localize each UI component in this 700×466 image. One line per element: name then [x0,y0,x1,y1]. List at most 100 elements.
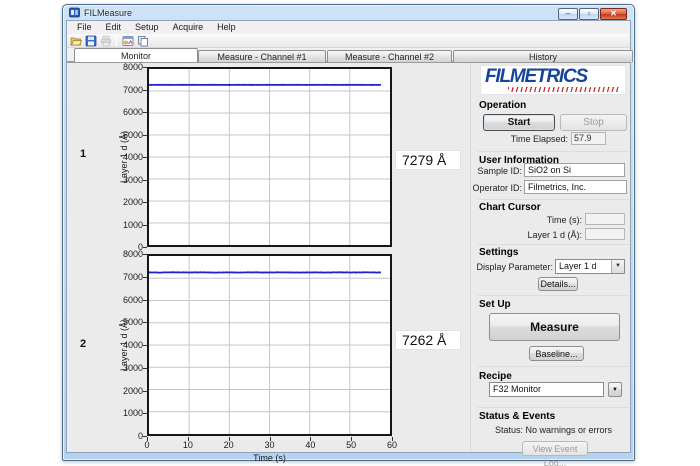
time-elapsed-label: Time Elapsed: [482,134,568,144]
recipe-select[interactable]: F32 Monitor [489,382,604,397]
x-tick-mark [310,437,311,441]
section-separator [478,151,629,152]
y-tick-label: 8000 [111,249,143,259]
operation-heading: Operation [479,100,526,111]
y-axis-title: Layer 1 d (Å) [119,97,131,217]
logo-hatch-marks [508,87,620,92]
export-chart-icon[interactable] [121,34,134,47]
desktop-background: FILMeasure – ▫ ✕ File Edit Setup Acquire… [0,0,700,466]
display-parameter-value: Layer 1 d [556,260,611,273]
monitor-tab-content: 1 2 7279 Å 7262 Å 0100020003000400050006… [67,62,630,452]
tab-measure-channel-1[interactable]: Measure - Channel #1 [198,50,326,62]
y-tick-mark [143,135,147,136]
section-separator [478,295,629,296]
y-tick-mark [143,413,147,414]
filmetrics-logo: FILMETRICS [480,65,626,95]
set-up-heading: Set Up [479,299,511,310]
operator-id-field[interactable] [524,180,627,194]
x-tick-label: 30 [258,440,282,450]
title-bar[interactable]: FILMeasure – ▫ ✕ [63,5,634,20]
menu-setup[interactable]: Setup [128,21,166,34]
section-separator [478,244,629,245]
y-tick-mark [143,157,147,158]
open-file-icon[interactable] [69,34,82,47]
baseline-button[interactable]: Baseline... [529,346,584,361]
x-tick-mark [392,437,393,441]
stop-button: Stop [560,114,627,131]
start-button[interactable]: Start [483,114,555,131]
y-tick-mark [143,322,147,323]
sample-id-label: Sample ID: [472,166,522,176]
chevron-down-icon[interactable]: ▼ [611,260,624,273]
display-parameter-select[interactable]: Layer 1 d ▼ [555,259,625,274]
menu-help[interactable]: Help [210,21,243,34]
close-icon: ✕ [610,9,617,18]
settings-heading: Settings [479,247,518,258]
x-tick-label: 40 [298,440,322,450]
toolbar-separator [116,35,117,46]
menu-file[interactable]: File [70,21,99,34]
section-separator [478,366,629,367]
y-tick-mark [143,300,147,301]
y-tick-mark [143,345,147,346]
x-tick-label: 10 [176,440,200,450]
client-area: File Edit Setup Acquire Help [66,20,631,453]
channel-2-thickness-readout: 7262 Å [395,330,461,350]
y-tick-mark [143,391,147,392]
maximize-button[interactable]: ▫ [579,8,599,20]
y-tick-label: 1000 [111,220,143,230]
save-icon[interactable] [84,34,97,47]
status-events-heading: Status & Events [479,411,555,422]
recipe-heading: Recipe [479,371,512,382]
data-line-channel-2 [149,272,381,273]
y-tick-mark [143,247,147,248]
y-tick-label: 7000 [111,85,143,95]
display-parameter-label: Display Parameter: [475,262,553,272]
y-tick-mark [143,90,147,91]
x-tick-mark [270,437,271,441]
details-button[interactable]: Details... [538,277,578,291]
y-tick-mark [143,202,147,203]
app-window: FILMeasure – ▫ ✕ File Edit Setup Acquire… [62,4,635,461]
time-elapsed-value: 57.9 [571,132,606,145]
y-tick-label: 1000 [111,408,143,418]
measure-button[interactable]: Measure [489,313,620,341]
y-axis-title: Layer 1 d (Å) [119,285,131,405]
x-tick-label: 0 [135,440,159,450]
tab-history[interactable]: History [453,50,633,62]
logo-text: FILMETRICS [481,66,625,87]
channel-1-thickness-readout: 7279 Å [395,150,461,170]
y-tick-mark [143,112,147,113]
tab-measure-channel-2[interactable]: Measure - Channel #2 [327,50,452,62]
channel-2-label: 2 [73,338,93,350]
sample-id-field[interactable] [524,163,625,177]
y-tick-mark [143,180,147,181]
operator-id-label: Operator ID: [472,183,522,193]
copy-icon[interactable] [136,34,149,47]
y-tick-mark [143,277,147,278]
close-button[interactable]: ✕ [600,8,627,20]
tab-monitor[interactable]: Monitor [74,48,198,62]
app-icon [69,7,80,18]
cursor-layer-value [585,228,625,240]
x-tick-label: 60 [380,440,404,450]
minimize-button[interactable]: – [558,8,578,20]
panel-divider [470,63,471,452]
x-tick-mark [188,437,189,441]
x-tick-label: 20 [217,440,241,450]
control-panel: FILMETRICS Operation Start Stop Time Ela… [472,63,635,452]
menu-acquire[interactable]: Acquire [166,21,211,34]
plot-channel-2[interactable] [147,254,392,436]
recipe-dropdown-button[interactable]: ▼ [608,382,622,397]
print-icon [99,34,112,47]
view-event-log-button: View Event Log... [522,441,588,456]
y-tick-label: 7000 [111,272,143,282]
menu-edit[interactable]: Edit [99,21,129,34]
y-tick-label: 8000 [111,62,143,72]
chart-area: 1 2 7279 Å 7262 Å 0100020003000400050006… [67,63,469,452]
y-tick-mark [143,67,147,68]
cursor-layer-label: Layer 1 d (Å): [502,230,582,240]
plot-channel-1[interactable] [147,67,392,247]
minimize-icon: – [566,9,570,18]
toolbar [67,34,630,48]
